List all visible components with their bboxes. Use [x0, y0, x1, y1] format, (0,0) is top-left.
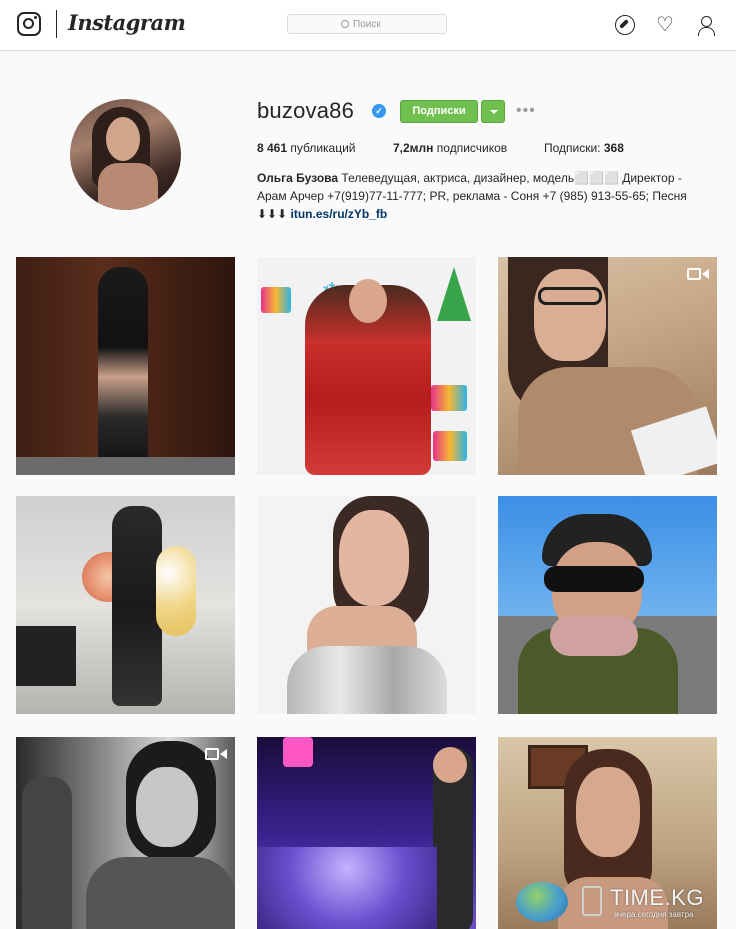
post-tile[interactable]	[16, 496, 235, 714]
post-tile[interactable]	[257, 737, 476, 929]
chevron-down-icon[interactable]	[481, 100, 505, 123]
post-tile[interactable]	[498, 257, 717, 475]
top-navigation-bar: Instagram ♡	[0, 0, 736, 51]
more-options-icon[interactable]: •••	[516, 103, 536, 119]
bio-link[interactable]: itun.es/ru/zYb_fb	[291, 207, 388, 221]
following-button[interactable]: Подписки	[400, 100, 478, 123]
post-tile[interactable]	[498, 496, 717, 714]
posts-count: 8 461 публикаций	[257, 141, 356, 155]
followers-count[interactable]: 7,2млн подписчиков	[393, 141, 507, 155]
watermark-tagline: вчера сегодня завтра	[614, 910, 694, 919]
followers-value: 7,2млн	[393, 141, 434, 155]
posts-label: публикаций	[290, 141, 356, 155]
posts-value: 8 461	[257, 141, 288, 155]
profile-username: buzova86	[257, 98, 355, 123]
compass-icon[interactable]	[615, 15, 635, 35]
site-watermark: TIME.KG вчера сегодня завтра	[516, 878, 732, 926]
heart-icon[interactable]: ♡	[655, 15, 675, 35]
user-icon[interactable]	[696, 15, 716, 36]
following-value: 368	[603, 141, 624, 155]
following-label: Подписки:	[544, 141, 601, 155]
following-count[interactable]: Подписки: 368	[544, 141, 624, 155]
bio-full-name: Ольга Бузова	[257, 171, 339, 185]
post-tile[interactable]	[257, 496, 476, 714]
profile-avatar[interactable]	[70, 99, 181, 210]
hourglass-logo-icon	[582, 886, 602, 916]
video-icon	[687, 266, 709, 282]
post-tile[interactable]: ❄	[257, 257, 476, 475]
watermark-brand: TIME.KG	[610, 885, 704, 910]
post-tile[interactable]	[16, 737, 235, 929]
instagram-camera-icon[interactable]	[17, 12, 41, 36]
search-input[interactable]	[353, 18, 393, 30]
followers-label: подписчиков	[436, 141, 508, 155]
verified-badge-icon: ✓	[372, 104, 386, 118]
video-icon	[205, 746, 227, 762]
globe-logo-icon	[516, 882, 568, 922]
post-tile[interactable]	[16, 257, 235, 475]
instagram-wordmark[interactable]: Instagram	[68, 10, 186, 35]
logo-divider	[56, 10, 57, 38]
search-box[interactable]	[287, 14, 447, 34]
search-icon	[341, 20, 349, 28]
profile-bio: Ольга Бузова Телеведущая, актриса, дизай…	[257, 169, 707, 223]
